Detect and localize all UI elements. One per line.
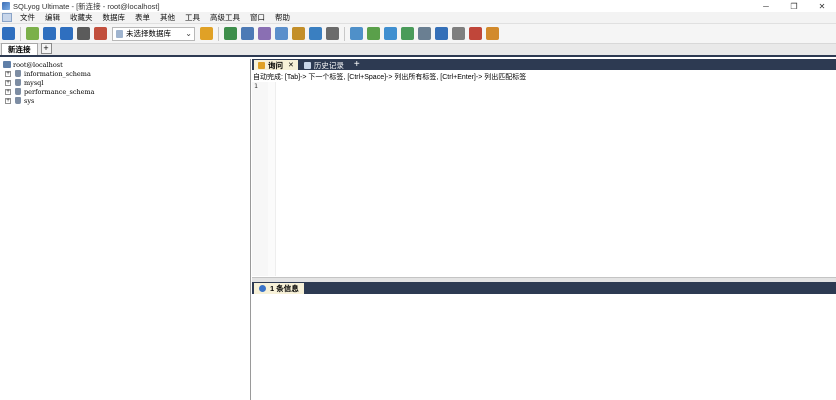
- export-icon[interactable]: [401, 27, 414, 40]
- tree-root-label: root@localhost: [13, 60, 63, 69]
- expand-icon[interactable]: +: [5, 79, 11, 86]
- menu-window[interactable]: 窗口: [245, 12, 270, 23]
- tree-item-label: mysql: [24, 78, 44, 87]
- tab-history[interactable]: 历史记录: [299, 60, 348, 70]
- database-icon: [15, 97, 21, 104]
- minimize-button[interactable]: ─: [752, 0, 780, 12]
- copy-database-icon[interactable]: [435, 27, 448, 40]
- tree-root-connection[interactable]: root@localhost: [0, 60, 250, 69]
- server-icon: [3, 61, 11, 68]
- tree-item-database[interactable]: + performance_schema: [0, 87, 250, 96]
- table-data-icon[interactable]: [309, 27, 322, 40]
- add-query-tab-button[interactable]: +: [354, 60, 360, 70]
- import-icon[interactable]: [384, 27, 397, 40]
- close-window-button[interactable]: ✕: [808, 0, 836, 12]
- query-icon: [258, 61, 265, 69]
- fold-margin: [268, 82, 276, 276]
- menu-bar: 文件 编辑 收藏夹 数据库 表单 其他 工具 高级工具 窗口 帮助: [0, 12, 836, 24]
- alter-table-icon[interactable]: [258, 27, 271, 40]
- tree-item-label: sys: [24, 96, 35, 105]
- execute-query-icon[interactable]: [43, 27, 56, 40]
- title-bar: SQLyog Ultimate - [新连接 - root@localhost]…: [0, 0, 836, 12]
- object-browser: root@localhost + information_schema + my…: [0, 59, 251, 400]
- line-number-gutter: 1: [252, 82, 268, 276]
- window-title: SQLyog Ultimate - [新连接 - root@localhost]: [13, 1, 160, 11]
- manage-index-icon[interactable]: [275, 27, 288, 40]
- toolbar-separator: [344, 26, 345, 41]
- create-table-icon[interactable]: [241, 27, 254, 40]
- tab-messages[interactable]: 1 条信息: [254, 283, 304, 294]
- tab-new-connection[interactable]: 新连接: [1, 43, 38, 55]
- autocomplete-hint: 自动完成: [Tab]-> 下一个标签, [Ctrl+Space]-> 列出所有…: [252, 72, 836, 82]
- menu-database[interactable]: 数据库: [98, 12, 131, 23]
- tab-query-label: 询问: [268, 60, 283, 70]
- toolbar-separator: [218, 26, 219, 41]
- menu-help[interactable]: 帮助: [270, 12, 295, 23]
- menu-file[interactable]: 文件: [15, 12, 40, 23]
- tree-item-label: information_schema: [24, 69, 91, 78]
- query-builder-icon[interactable]: [469, 27, 482, 40]
- connection-tab-bar: 新连接 +: [0, 43, 836, 57]
- query-area: 询问 ✕ 历史记录 + 自动完成: [Tab]-> 下一个标签, [Ctrl+S…: [252, 59, 836, 400]
- add-connection-button[interactable]: +: [40, 43, 52, 54]
- tab-query[interactable]: 询问 ✕: [254, 60, 298, 70]
- database-icon: [116, 29, 123, 38]
- execute-all-icon[interactable]: [60, 27, 73, 40]
- database-icon: [15, 88, 21, 95]
- new-connection-icon[interactable]: [2, 27, 15, 40]
- restore-icon[interactable]: [367, 27, 380, 40]
- tree-item-label: performance_schema: [24, 87, 95, 96]
- user-manager-icon[interactable]: [200, 27, 213, 40]
- tree-item-database[interactable]: + mysql: [0, 78, 250, 87]
- database-icon: [15, 79, 21, 86]
- menu-edit[interactable]: 编辑: [40, 12, 65, 23]
- window-controls: ─ ❐ ✕: [752, 0, 836, 12]
- maximize-button[interactable]: ❐: [780, 0, 808, 12]
- create-database-icon[interactable]: [224, 27, 237, 40]
- close-tab-icon[interactable]: ✕: [288, 61, 294, 69]
- chevron-down-icon: ⌄: [185, 28, 192, 38]
- expand-icon[interactable]: +: [5, 70, 11, 77]
- database-select[interactable]: 未选择数据库 ⌄: [112, 26, 195, 41]
- result-tab-bar: 1 条信息: [252, 282, 836, 294]
- tab-messages-label: 1 条信息: [270, 284, 299, 293]
- system-menu-icon[interactable]: [2, 13, 12, 22]
- menu-table[interactable]: 表单: [130, 12, 155, 23]
- expand-icon[interactable]: +: [5, 88, 11, 95]
- sync-icon[interactable]: [418, 27, 431, 40]
- info-icon: [259, 285, 266, 292]
- stop-query-icon[interactable]: [77, 27, 90, 40]
- scheduler-icon[interactable]: [486, 27, 499, 40]
- menu-tools[interactable]: 工具: [180, 12, 205, 23]
- format-query-icon[interactable]: [94, 27, 107, 40]
- query-tab-bar: 询问 ✕ 历史记录 +: [252, 59, 836, 70]
- tab-history-label: 历史记录: [313, 60, 344, 70]
- backup-icon[interactable]: [350, 27, 363, 40]
- line-number: 1: [254, 82, 258, 90]
- refresh-icon[interactable]: [26, 27, 39, 40]
- expand-icon[interactable]: +: [5, 97, 11, 104]
- menu-favorites[interactable]: 收藏夹: [65, 12, 98, 23]
- database-select-value: 未选择数据库: [126, 29, 171, 38]
- tree-item-database[interactable]: + sys: [0, 96, 250, 105]
- database-icon: [15, 70, 21, 77]
- menu-other[interactable]: 其他: [155, 12, 180, 23]
- relationships-icon[interactable]: [292, 27, 305, 40]
- schema-designer-icon[interactable]: [326, 27, 339, 40]
- history-icon: [303, 61, 311, 69]
- toolbar-separator: [20, 26, 21, 41]
- menu-advanced-tools[interactable]: 高级工具: [205, 12, 245, 23]
- monitor-icon[interactable]: [452, 27, 465, 40]
- tree-item-database[interactable]: + information_schema: [0, 69, 250, 78]
- app-logo-icon: [2, 2, 10, 10]
- sql-editor[interactable]: 1: [252, 82, 836, 276]
- toolbar: 未选择数据库 ⌄: [0, 24, 836, 44]
- messages-panel: [252, 294, 836, 400]
